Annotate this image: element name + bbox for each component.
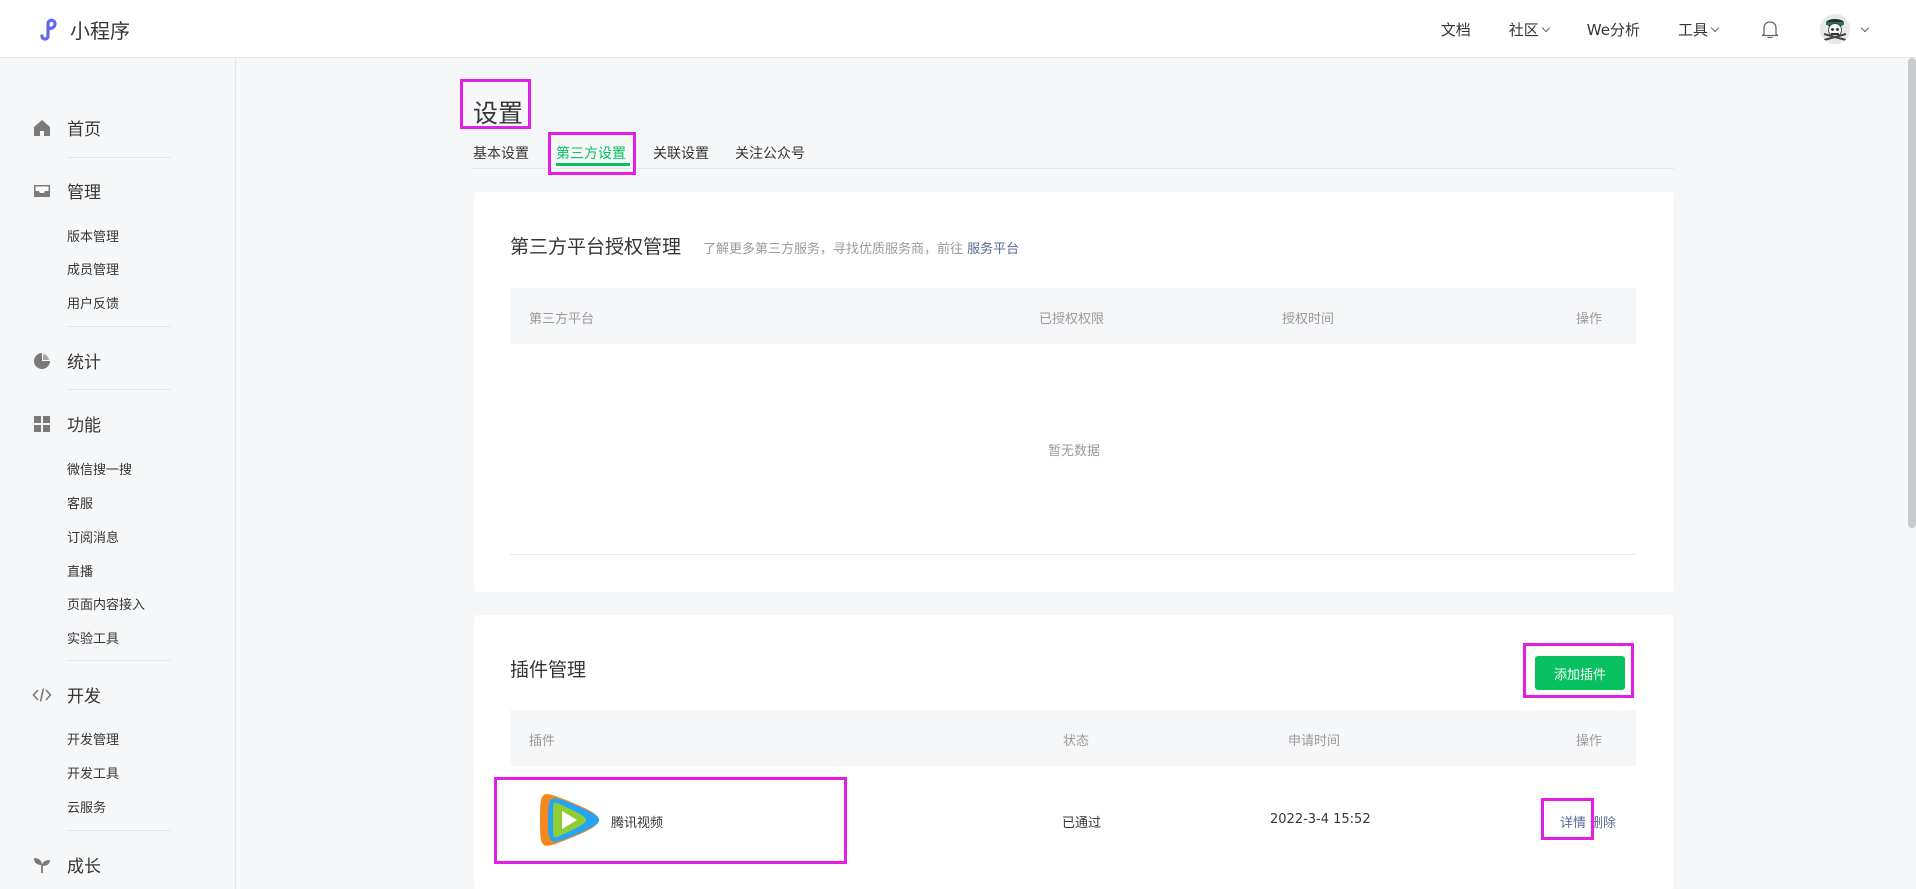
divider xyxy=(67,389,171,390)
sidebar-item-label: 成长 xyxy=(67,857,101,877)
sidebar-item-experiment-tools[interactable]: 实验工具 xyxy=(67,628,119,647)
nav-community[interactable]: 社区 xyxy=(1508,19,1551,40)
sidebar-item-dev-manage[interactable]: 开发管理 xyxy=(67,729,119,748)
avatar[interactable] xyxy=(1820,14,1850,44)
sidebar-item-live[interactable]: 直播 xyxy=(67,561,93,580)
code-icon xyxy=(32,685,52,705)
third-party-card: 第三方平台授权管理 了解更多第三方服务，寻找优质服务商，前往 服务平台 第三方平… xyxy=(474,192,1674,592)
empty-state-text: 暂无数据 xyxy=(1047,444,1100,459)
sidebar-item-stats[interactable]: 统计 xyxy=(32,348,101,373)
plugin-status: 已通过 xyxy=(1062,816,1102,831)
third-party-desc-text: 了解更多第三方服务，寻找优质服务商，前往 xyxy=(703,242,968,257)
third-party-desc: 了解更多第三方服务，寻找优质服务商，前往 服务平台 xyxy=(703,238,1019,257)
sidebar-item-dev-tools[interactable]: 开发工具 xyxy=(67,763,119,782)
bell-icon[interactable] xyxy=(1758,17,1782,41)
sidebar-item-cloud-service[interactable]: 云服务 xyxy=(67,797,106,816)
tab-association-settings[interactable]: 关联设置 xyxy=(653,143,709,163)
sidebar-item-label: 功能 xyxy=(67,416,101,436)
tabs-bar: 基本设置 第三方设置 关联设置 关注公众号 xyxy=(473,143,1674,169)
table-bottom-border xyxy=(510,554,1636,555)
highlight-box-add-plugin xyxy=(1523,643,1634,698)
column-header: 第三方平台 xyxy=(529,312,595,327)
column-header: 插件 xyxy=(529,734,556,749)
sidebar-item-home[interactable]: 首页 xyxy=(32,115,101,140)
app-logo[interactable]: 小程序 xyxy=(34,14,130,44)
divider xyxy=(67,326,171,327)
scrollbar[interactable] xyxy=(1908,58,1916,528)
sidebar-item-dev[interactable]: 开发 xyxy=(32,682,101,707)
grid-icon xyxy=(32,414,52,434)
highlight-box-detail xyxy=(1541,798,1594,840)
nav-tools[interactable]: 工具 xyxy=(1677,19,1720,40)
sidebar-item-subscription-messages[interactable]: 订阅消息 xyxy=(67,527,119,546)
plugin-table-header: 插件 状态 申请时间 操作 xyxy=(510,710,1636,766)
top-nav: 文档 社区 We分析 工具 xyxy=(1403,0,1870,58)
third-party-table-header: 第三方平台 已授权权限 授权时间 操作 xyxy=(510,288,1636,344)
chevron-down-icon xyxy=(1541,23,1551,32)
sidebar-item-member-manage[interactable]: 成员管理 xyxy=(67,259,119,278)
avatar-image xyxy=(1820,14,1850,44)
sidebar-item-label: 管理 xyxy=(67,183,101,203)
app-name: 小程序 xyxy=(70,18,130,43)
sidebar-item-features[interactable]: 功能 xyxy=(32,411,101,436)
sidebar-item-version-manage[interactable]: 版本管理 xyxy=(67,226,119,245)
service-platform-link[interactable]: 服务平台 xyxy=(967,242,1019,257)
plugin-apply-time: 2022-3-4 15:52 xyxy=(1270,812,1371,827)
highlight-box-tab xyxy=(548,132,636,175)
nav-community-label: 社区 xyxy=(1508,20,1539,39)
sidebar-item-growth[interactable]: 成长 xyxy=(32,852,101,877)
nav-tools-label: 工具 xyxy=(1677,20,1708,39)
column-header: 已授权权限 xyxy=(1039,312,1105,327)
sidebar-item-wechat-search[interactable]: 微信搜一搜 xyxy=(67,459,132,478)
tab-follow-official-account[interactable]: 关注公众号 xyxy=(735,143,805,163)
sidebar-item-label: 开发 xyxy=(67,687,101,707)
plugin-title: 插件管理 xyxy=(510,659,587,681)
column-header: 授权时间 xyxy=(1282,312,1335,327)
top-bar: 小程序 文档 社区 We分析 工具 xyxy=(0,0,1916,58)
sidebar-item-user-feedback[interactable]: 用户反馈 xyxy=(67,293,119,312)
highlight-box-title xyxy=(460,79,531,129)
sidebar-item-label: 首页 xyxy=(67,120,101,140)
nav-docs[interactable]: 文档 xyxy=(1441,19,1471,40)
sidebar: 首页 管理 版本管理 成员管理 用户反馈 统计 功能 微信搜一搜 客服 订阅消息… xyxy=(0,58,236,889)
column-header: 状态 xyxy=(1063,734,1090,749)
inbox-icon xyxy=(32,181,52,201)
divider xyxy=(67,157,171,158)
pie-chart-icon xyxy=(32,351,52,371)
column-header: 操作 xyxy=(1575,734,1602,749)
chevron-down-icon xyxy=(1710,23,1720,32)
column-header: 操作 xyxy=(1575,312,1602,327)
sidebar-item-customer-service[interactable]: 客服 xyxy=(67,493,93,512)
divider xyxy=(67,660,171,661)
highlight-box-plugin-row xyxy=(494,777,847,864)
sidebar-item-manage[interactable]: 管理 xyxy=(32,178,101,203)
divider xyxy=(67,830,171,831)
sprout-icon xyxy=(32,855,52,875)
sidebar-item-page-content[interactable]: 页面内容接入 xyxy=(67,594,145,613)
third-party-title: 第三方平台授权管理 xyxy=(510,236,682,258)
column-header: 申请时间 xyxy=(1288,734,1341,749)
chevron-down-icon[interactable] xyxy=(1860,23,1870,32)
sidebar-item-label: 统计 xyxy=(67,353,101,373)
nav-we-analytics[interactable]: We分析 xyxy=(1587,19,1640,40)
miniprogram-logo-icon xyxy=(40,18,57,41)
home-icon xyxy=(32,118,52,138)
tab-basic-settings[interactable]: 基本设置 xyxy=(473,143,529,163)
